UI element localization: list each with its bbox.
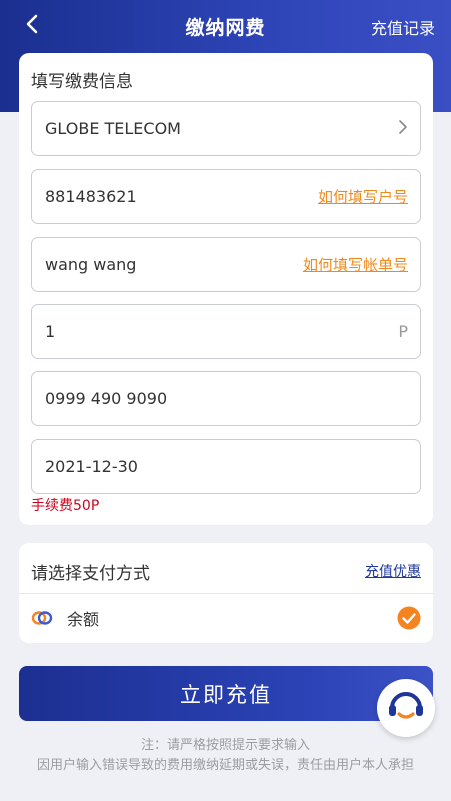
provider-value: GLOBE TELECOM <box>45 119 181 138</box>
date-value: 2021-12-30 <box>45 457 138 476</box>
customer-service-icon <box>384 684 428 732</box>
date-field[interactable]: 2021-12-30 <box>31 439 421 494</box>
payment-option-label: 余额 <box>67 610 100 629</box>
payment-info-card: 填写缴费信息 GLOBE TELECOM 881483621 如何填写户号 wa… <box>19 53 433 525</box>
notes-line-2: 因用户输入错误导致的费用缴纳延期或失误，责任由用户本人承担 <box>36 758 414 773</box>
section-title: 填写缴费信息 <box>31 72 133 92</box>
back-arrow-icon <box>25 14 39 38</box>
divider <box>19 593 433 594</box>
balance-icon <box>31 607 53 629</box>
amount-value: 1 <box>45 322 56 341</box>
phone-value: 0999 490 9090 <box>45 389 168 408</box>
chevron-right-icon <box>398 119 408 139</box>
phone-field[interactable]: 0999 490 9090 <box>31 371 421 426</box>
page-title: 缴纳网费 <box>185 16 266 39</box>
notes-line-1: 注：请严格按照提示要求输入 <box>140 738 310 753</box>
customer-service-button[interactable] <box>377 679 435 737</box>
bill-help-link[interactable]: 如何填写帐单号 <box>303 254 408 275</box>
amount-field[interactable]: 1 P <box>31 304 421 359</box>
payment-method-title: 请选择支付方式 <box>31 564 150 584</box>
top-bar: 缴纳网费 充值记录 <box>0 0 451 52</box>
promo-link[interactable]: 充值优惠 <box>365 561 421 581</box>
submit-button[interactable]: 立即充值 <box>19 666 433 721</box>
records-link[interactable]: 充值记录 <box>371 15 435 39</box>
back-button[interactable] <box>18 12 46 40</box>
account-number-field[interactable]: 881483621 如何填写户号 <box>31 169 421 224</box>
bill-name-field[interactable]: wang wang 如何填写帐单号 <box>31 237 421 292</box>
account-help-link[interactable]: 如何填写户号 <box>318 186 408 207</box>
payment-option-balance[interactable]: 余额 <box>31 599 421 637</box>
account-number-value: 881483621 <box>45 187 137 206</box>
fee-note: 手续费50P <box>31 498 100 514</box>
check-circle-icon <box>397 606 421 630</box>
bill-name-value: wang wang <box>45 255 137 274</box>
amount-unit: P <box>398 322 408 341</box>
payment-method-card: 请选择支付方式 充值优惠 余额 <box>19 543 433 643</box>
notes: 注：请严格按照提示要求输入 因用户输入错误导致的费用缴纳延期或失误，责任由用户本… <box>14 736 437 776</box>
provider-select[interactable]: GLOBE TELECOM <box>31 101 421 156</box>
